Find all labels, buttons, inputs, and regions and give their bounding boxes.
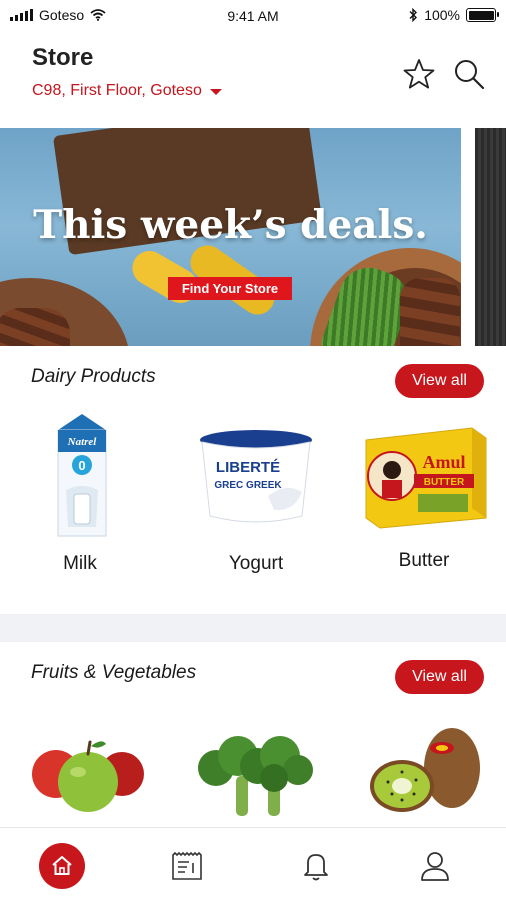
receipt-icon[interactable] [164,843,210,889]
product-label-milk: Milk [63,553,97,574]
kiwi-image [370,728,480,812]
section-title-dairy: Dairy Products [31,366,156,387]
section-title-fruits: Fruits & Vegetables [31,662,197,683]
yogurt-brand: LIBERTÉ [216,459,280,476]
butter-pack-image: Amul BUTTER [365,427,487,529]
battery-percent: 100% [424,7,460,23]
bluetooth-icon [409,8,418,22]
butter-brand: Amul [422,452,465,472]
product-label-yogurt: Yogurt [228,553,284,574]
product-card-yogurt[interactable]: LIBERTÉ GREC GREEK Yogurt [196,410,316,585]
store-header: Store C98, First Floor, Goteso [0,32,506,126]
apples-image [32,740,144,812]
milk-badge: 0 [78,458,85,473]
page-title: Store [32,44,94,71]
next-banner-peek[interactable] [475,128,506,346]
star-icon[interactable] [402,57,436,91]
yogurt-tub-image: LIBERTÉ GREC GREEK [200,430,312,523]
store-address-selector[interactable]: C98, First Floor, Goteso [32,82,222,100]
yogurt-subtext: GREC GREEK [214,480,282,491]
chevron-down-icon [209,89,222,95]
profile-icon[interactable] [412,843,458,889]
milk-brand: Natrel [67,436,98,448]
home-icon[interactable] [39,843,85,889]
product-card-kiwi[interactable] [366,724,484,822]
search-icon[interactable] [452,57,486,91]
view-all-fruits-button[interactable]: View all [395,660,484,694]
bottom-nav [0,827,506,900]
product-card-milk[interactable]: Natrel 0 Milk [30,410,130,585]
milk-carton-image: Natrel 0 [57,414,107,537]
bell-icon[interactable] [293,843,339,889]
store-address: C98, First Floor, Goteso [32,82,202,99]
battery-icon [466,8,499,22]
find-your-store-button[interactable]: Find Your Store [168,277,292,300]
product-label-butter: Butter [398,550,450,571]
banner-headline: This week’s deals. [33,202,428,248]
view-all-dairy-button[interactable]: View all [395,364,484,398]
product-card-apples[interactable] [30,728,145,823]
status-bar: Goteso 9:41 AM 100% [0,0,506,32]
butter-subtext: BUTTER [424,477,465,488]
product-card-broccoli[interactable] [196,732,314,822]
broccoli-image [198,736,313,816]
product-card-butter[interactable]: Amul BUTTER Butter [360,410,488,585]
section-divider [0,614,506,642]
